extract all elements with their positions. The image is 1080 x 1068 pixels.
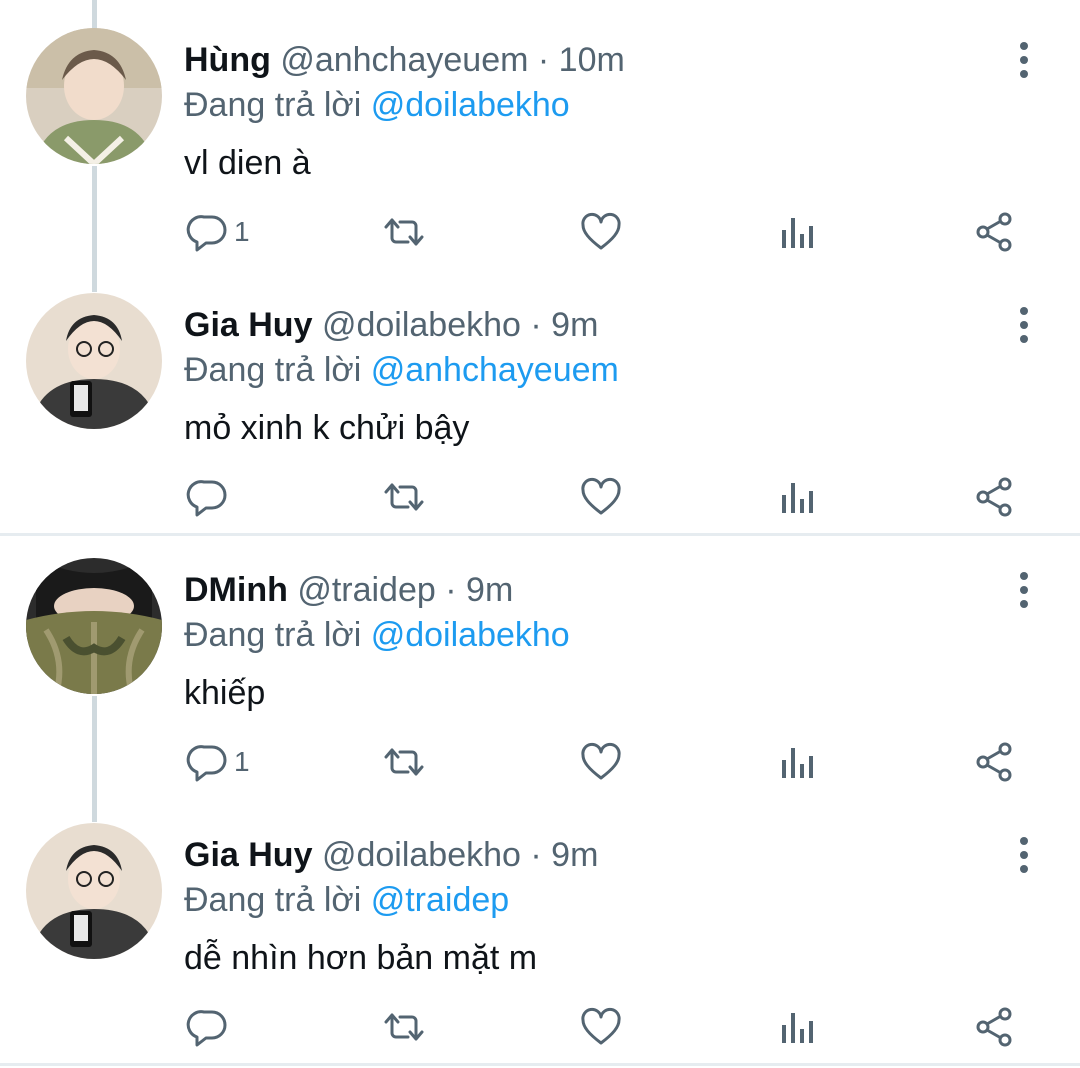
- replying-to: Đang trả lời @doilabekho: [184, 83, 570, 127]
- share-button[interactable]: [972, 204, 1016, 260]
- timestamp[interactable]: 9m: [551, 306, 598, 344]
- retweet-button[interactable]: [382, 734, 426, 790]
- separator-dot: ·: [530, 306, 542, 344]
- separator-dot: ·: [537, 41, 550, 79]
- action-bar: 1: [0, 204, 1080, 260]
- reply-icon: [186, 210, 230, 254]
- reply-icon: [186, 475, 230, 519]
- tweet[interactable]: DMinh @traidep · 9m Đang trả lời @doilab…: [0, 538, 1080, 798]
- tweet-header: Gia Huy @doilabekho · 9m: [184, 833, 598, 877]
- retweet-icon: [382, 740, 426, 784]
- retweet-button[interactable]: [382, 999, 426, 1055]
- share-icon: [972, 740, 1016, 784]
- timestamp[interactable]: 9m: [551, 836, 598, 874]
- tweet-header: Hùng @anhchayeuem · 10m: [184, 38, 625, 82]
- share-icon: [972, 210, 1016, 254]
- share-button[interactable]: [972, 734, 1016, 790]
- more-vertical-icon[interactable]: [1004, 38, 1044, 82]
- reply-button[interactable]: [186, 469, 276, 525]
- display-name[interactable]: DMinh: [184, 571, 288, 609]
- avatar[interactable]: [26, 823, 162, 959]
- heart-icon: [579, 475, 623, 519]
- share-button[interactable]: [972, 469, 1016, 525]
- user-handle[interactable]: @doilabekho: [322, 306, 521, 344]
- avatar[interactable]: [26, 293, 162, 429]
- tweet[interactable]: Hùng @anhchayeuem · 10m Đang trả lời @do…: [0, 8, 1080, 268]
- tweet-header: Gia Huy @doilabekho · 9m: [184, 303, 598, 347]
- display-name[interactable]: Gia Huy: [184, 306, 312, 344]
- retweet-button[interactable]: [382, 204, 426, 260]
- like-button[interactable]: [579, 204, 623, 260]
- retweet-icon: [382, 210, 426, 254]
- views-button[interactable]: [776, 999, 820, 1055]
- like-button[interactable]: [579, 469, 623, 525]
- share-icon: [972, 475, 1016, 519]
- mention-link[interactable]: @anhchayeuem: [371, 351, 619, 389]
- more-vertical-icon[interactable]: [1004, 833, 1044, 877]
- replying-prefix: Đang trả lời: [184, 881, 362, 919]
- avatar[interactable]: [26, 558, 162, 694]
- separator-dot: ·: [445, 571, 457, 609]
- replying-to: Đang trả lời @doilabekho: [184, 613, 570, 657]
- tweet-header: DMinh @traidep · 9m: [184, 568, 513, 612]
- reply-button[interactable]: 1: [186, 204, 276, 260]
- share-button[interactable]: [972, 999, 1016, 1055]
- tweet[interactable]: Gia Huy @doilabekho · 9m Đang trả lời @t…: [0, 803, 1080, 1063]
- user-handle[interactable]: @doilabekho: [322, 836, 521, 874]
- tweet[interactable]: Gia Huy @doilabekho · 9m Đang trả lời @a…: [0, 273, 1080, 533]
- retweet-button[interactable]: [382, 469, 426, 525]
- replying-prefix: Đang trả lời: [184, 616, 362, 654]
- action-bar: 1: [0, 734, 1080, 790]
- reply-button[interactable]: 1: [186, 734, 276, 790]
- tweet-text: dễ nhìn hơn bản mặt m: [184, 939, 538, 977]
- display-name[interactable]: Hùng: [184, 41, 271, 79]
- replying-to: Đang trả lời @traidep: [184, 878, 509, 922]
- views-icon: [776, 740, 820, 784]
- tweet-text: khiếp: [184, 674, 266, 712]
- timestamp[interactable]: 10m: [559, 41, 625, 79]
- views-icon: [776, 1005, 820, 1049]
- user-handle[interactable]: @traidep: [297, 571, 435, 609]
- views-button[interactable]: [776, 469, 820, 525]
- reply-count: 1: [234, 746, 250, 777]
- reply-count: 1: [234, 216, 250, 247]
- more-vertical-icon[interactable]: [1004, 303, 1044, 347]
- action-bar: [0, 469, 1080, 525]
- mention-link[interactable]: @doilabekho: [371, 616, 570, 654]
- tweet-text: mỏ xinh k chửi bậy: [184, 409, 470, 447]
- heart-icon: [579, 1005, 623, 1049]
- avatar[interactable]: [26, 28, 162, 164]
- retweet-icon: [382, 475, 426, 519]
- replying-prefix: Đang trả lời: [184, 86, 362, 124]
- replying-to: Đang trả lời @anhchayeuem: [184, 348, 619, 392]
- share-icon: [972, 1005, 1016, 1049]
- mention-link[interactable]: @traidep: [371, 881, 509, 919]
- display-name[interactable]: Gia Huy: [184, 836, 312, 874]
- heart-icon: [579, 740, 623, 784]
- user-handle[interactable]: @anhchayeuem: [280, 41, 528, 79]
- separator-dot: ·: [530, 836, 542, 874]
- retweet-icon: [382, 1005, 426, 1049]
- reply-button[interactable]: [186, 999, 276, 1055]
- views-button[interactable]: [776, 734, 820, 790]
- action-bar: [0, 999, 1080, 1055]
- heart-icon: [579, 210, 623, 254]
- reply-icon: [186, 740, 230, 784]
- more-vertical-icon[interactable]: [1004, 568, 1044, 612]
- views-icon: [776, 475, 820, 519]
- timestamp[interactable]: 9m: [466, 571, 513, 609]
- tweet-text: vl dien à: [184, 144, 311, 182]
- reply-icon: [186, 1005, 230, 1049]
- like-button[interactable]: [579, 999, 623, 1055]
- views-icon: [776, 210, 820, 254]
- views-button[interactable]: [776, 204, 820, 260]
- replying-prefix: Đang trả lời: [184, 351, 362, 389]
- thread-divider: [0, 1063, 1080, 1066]
- mention-link[interactable]: @doilabekho: [371, 86, 570, 124]
- like-button[interactable]: [579, 734, 623, 790]
- thread-divider: [0, 533, 1080, 536]
